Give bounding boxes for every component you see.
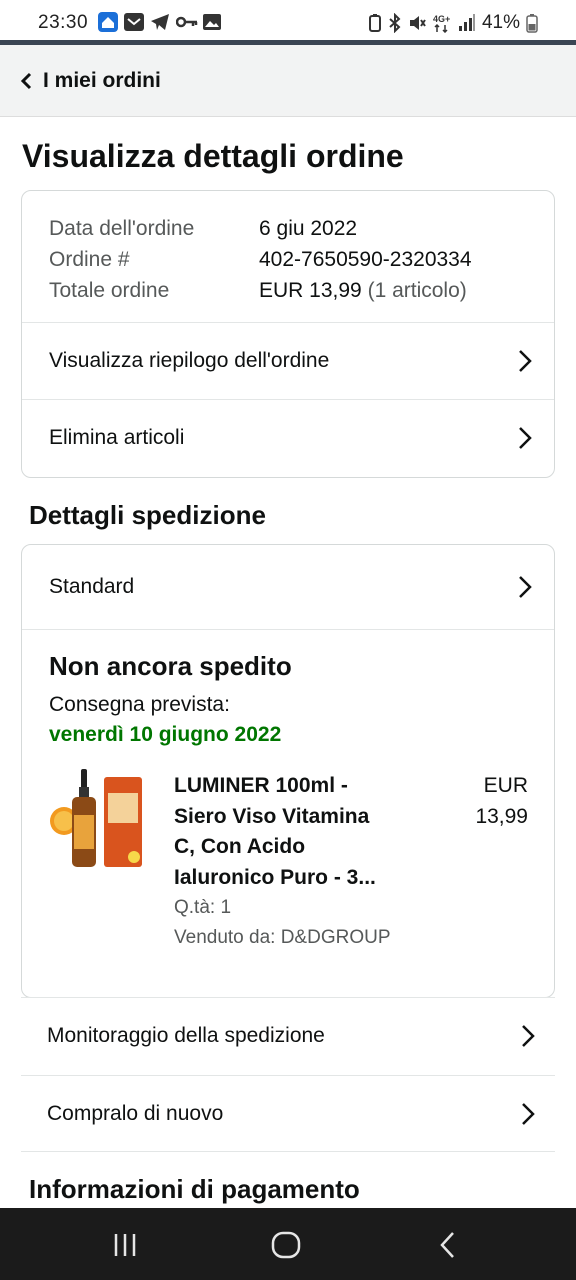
- image-icon: [202, 12, 222, 32]
- order-date-row: Data dell'ordine 6 giu 2022: [49, 213, 472, 244]
- bluetooth-icon: [389, 13, 401, 33]
- home-app-icon: [98, 12, 118, 32]
- order-date-label: Data dell'ordine: [49, 217, 195, 240]
- order-summary-details: Data dell'ordine 6 giu 2022 Ordine # 402…: [49, 213, 472, 306]
- product-quantity: Q.tà: 1: [174, 897, 232, 918]
- view-order-summary-label: Visualizza riepilogo dell'ordine: [49, 349, 330, 372]
- key-icon: [175, 12, 198, 32]
- product-thumbnail[interactable]: [50, 769, 144, 873]
- buy-again-link[interactable]: Compralo di nuovo: [21, 1075, 555, 1152]
- order-total-amount: EUR 13,99: [259, 279, 362, 302]
- notification-icons: [98, 12, 222, 32]
- order-number-label: Ordine #: [49, 248, 130, 271]
- shipping-method-link[interactable]: Standard: [22, 545, 554, 630]
- status-time: 23:30: [38, 12, 89, 33]
- order-date-value: 6 giu 2022: [259, 217, 358, 240]
- view-order-summary-link[interactable]: Visualizza riepilogo dell'ordine: [22, 322, 554, 399]
- order-number-value: 402-7650590-2320334: [259, 248, 472, 271]
- expected-delivery-date: venerdì 10 giugno 2022: [49, 723, 282, 746]
- shipping-status: Non ancora spedito: [49, 651, 292, 681]
- product-seller: Venduto da: D&DGROUP: [174, 927, 391, 948]
- back-link-my-orders[interactable]: I miei ordini: [43, 69, 161, 93]
- product-title-link[interactable]: LUMINER 100ml - Siero Viso Vitamina C, C…: [174, 771, 406, 893]
- battery-saver-icon: [368, 14, 381, 32]
- chevron-right-icon: [519, 576, 532, 598]
- shipping-method-label: Standard: [49, 575, 135, 598]
- order-total-label: Totale ordine: [49, 279, 170, 302]
- chevron-right-icon: [519, 427, 532, 449]
- chevron-right-icon: [522, 1103, 535, 1125]
- buy-again-label: Compralo di nuovo: [47, 1101, 224, 1125]
- battery-icon: [526, 14, 538, 33]
- app-header: I miei ordini: [0, 45, 576, 117]
- delete-items-label: Elimina articoli: [49, 426, 185, 449]
- system-icons: 4G+ 41%: [368, 12, 538, 34]
- order-total-value: EUR 13,99 (1 articolo): [259, 275, 467, 306]
- telegram-icon: [150, 12, 170, 32]
- order-summary-card: Data dell'ordine 6 giu 2022 Ordine # 402…: [21, 190, 555, 478]
- product-title-line: C, Con Acido: [174, 835, 306, 858]
- product-title-line: Ialuronico Puro - 3...: [174, 865, 376, 889]
- page-title: Visualizza dettagli ordine: [22, 138, 404, 174]
- home-icon[interactable]: [269, 1228, 303, 1262]
- product-title-line: LUMINER 100ml -: [174, 774, 348, 797]
- battery-percent: 41%: [481, 12, 520, 33]
- order-total-row: Totale ordine EUR 13,99 (1 articolo): [49, 275, 472, 306]
- order-number-row: Ordine # 402-7650590-2320334: [49, 244, 472, 275]
- expected-delivery-label: Consegna prevista:: [49, 693, 230, 716]
- status-bar: 23:30 4G+ 41%: [0, 0, 576, 40]
- order-total-items: (1 articolo): [367, 279, 467, 302]
- product-price-amount: 13,99: [475, 804, 528, 828]
- recent-apps-icon[interactable]: [108, 1228, 142, 1262]
- mute-icon: [409, 16, 426, 30]
- product-price-currency: EUR: [483, 774, 528, 797]
- signal-icon: [458, 14, 475, 31]
- email-app-icon: [124, 12, 144, 32]
- 4g-icon: 4G+: [433, 14, 450, 33]
- svg-text:4G+: 4G+: [433, 14, 450, 24]
- payment-section-title: Informazioni di pagamento: [29, 1174, 360, 1204]
- chevron-right-icon: [519, 350, 532, 372]
- delete-items-link[interactable]: Elimina articoli: [22, 399, 554, 476]
- system-navigation-bar: [0, 1208, 576, 1280]
- track-shipment-label: Monitoraggio della spedizione: [47, 1024, 325, 1047]
- track-shipment-link[interactable]: Monitoraggio della spedizione: [21, 997, 555, 1074]
- chevron-right-icon: [522, 1025, 535, 1047]
- product-title-line: Siero Viso Vitamina: [174, 804, 370, 828]
- back-icon[interactable]: [431, 1228, 465, 1262]
- product-price: EUR 13,99: [475, 771, 528, 832]
- shipping-section-title: Dettagli spedizione: [29, 500, 266, 530]
- back-chevron-icon[interactable]: [18, 71, 34, 91]
- shipping-card: Standard Non ancora spedito Consegna pre…: [21, 544, 555, 998]
